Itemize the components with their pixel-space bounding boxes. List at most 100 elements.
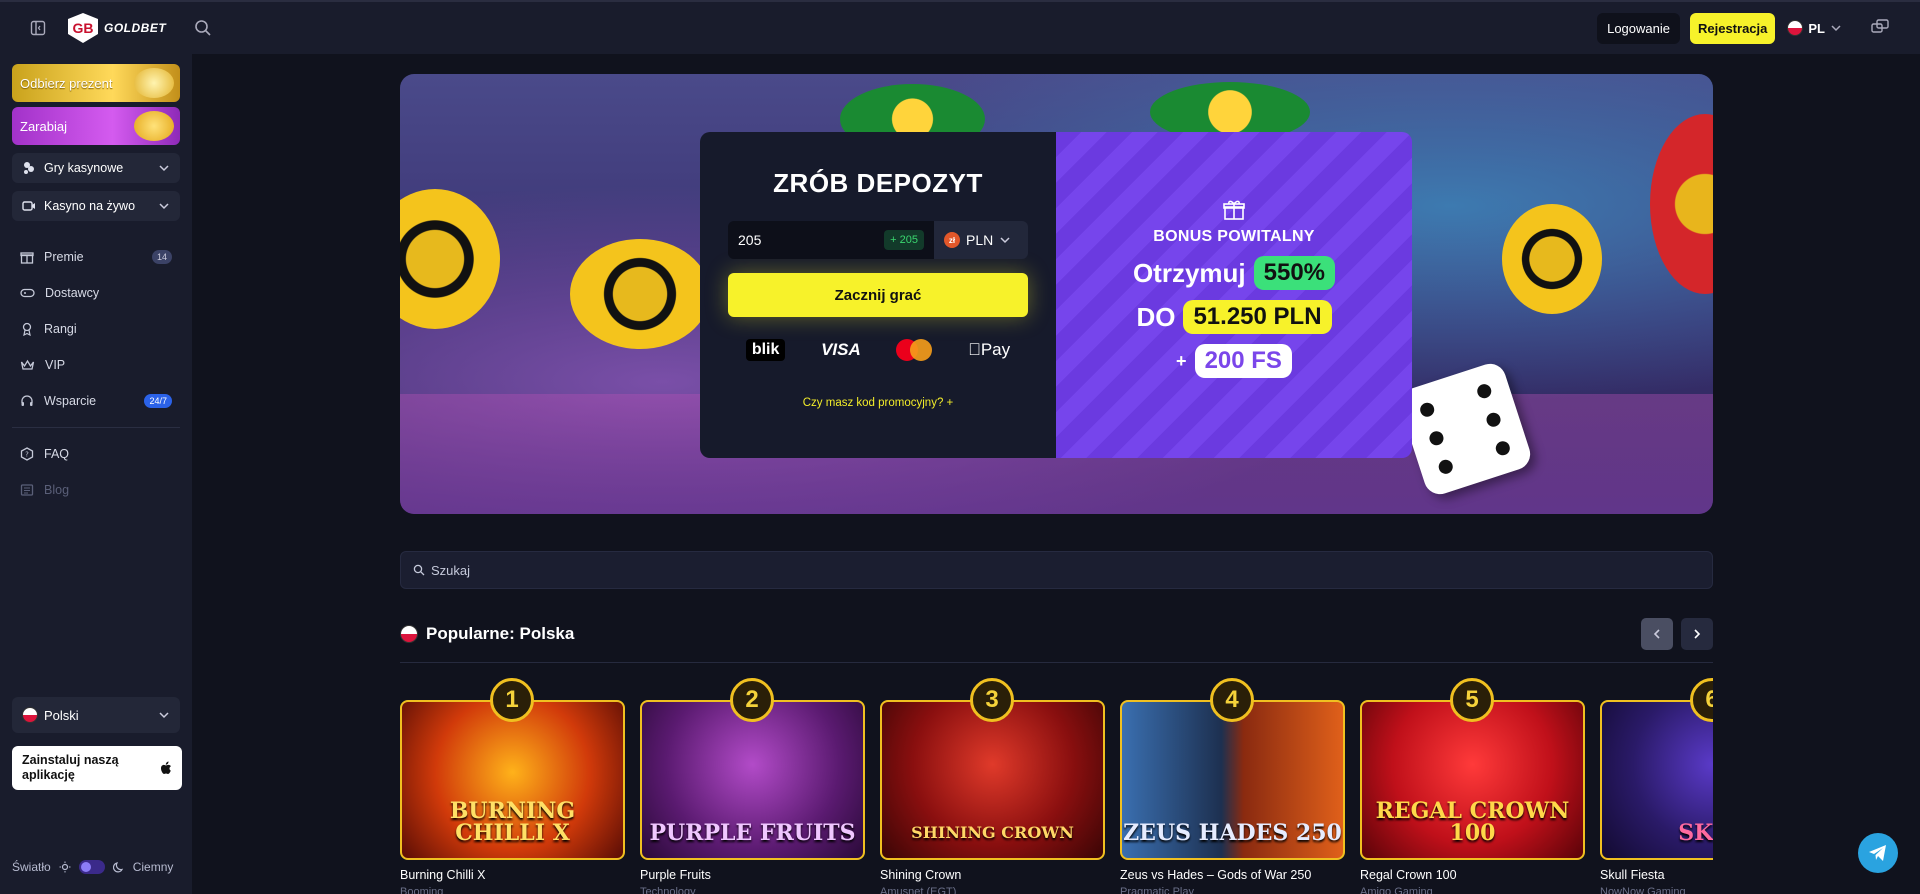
theme-light-label: Światło — [12, 860, 51, 874]
game-thumbnail-title: REGAL CROWN 100 — [1375, 798, 1570, 846]
visa-logo: VISA — [821, 340, 861, 359]
divider — [12, 427, 180, 428]
language-dropdown[interactable]: Polski — [12, 697, 180, 733]
theme-switch-row: Światło Ciemny — [12, 860, 182, 874]
sidebar-item-premie[interactable]: Premie 14 — [12, 239, 180, 275]
promo-earn-label: Zarabiaj — [20, 118, 67, 134]
sidebar-item-label: Premie — [44, 250, 84, 264]
coin-icon — [134, 111, 174, 141]
sidebar-item-dostawcy[interactable]: Dostawcy — [12, 275, 180, 311]
game-thumbnail-title: SHINING CROWN — [911, 823, 1074, 842]
chip-decoration — [570, 239, 710, 349]
chip-decoration — [400, 189, 500, 329]
sidebar-item-faq[interactable]: ? FAQ — [12, 436, 180, 472]
game-thumbnail[interactable]: SHINING CROWN — [880, 700, 1105, 860]
carousel-next-button[interactable] — [1681, 618, 1713, 650]
game-provider: Pragmatic Play — [1120, 886, 1194, 894]
sun-icon — [59, 861, 71, 873]
divider — [400, 662, 1713, 663]
game-name: Shining Crown — [880, 868, 962, 882]
telegram-icon — [1869, 845, 1886, 861]
game-thumbnail[interactable]: PURPLE FRUITS — [640, 700, 865, 860]
start-playing-button[interactable]: Zacznij grać — [728, 273, 1028, 317]
deposit-panel: ZRÓB DEPOZYT 205 + 205 zł PLN Zacznij gr… — [700, 132, 1056, 458]
chevron-down-icon — [1000, 237, 1010, 244]
game-thumbnail[interactable]: REGAL CROWN 100 — [1360, 700, 1585, 860]
language-code: PL — [1808, 20, 1825, 36]
promo-earn-button[interactable]: Zarabiaj — [12, 107, 180, 145]
count-badge: 14 — [151, 250, 172, 264]
chevron-down-icon — [159, 203, 169, 210]
currency-label: PLN — [966, 232, 994, 248]
deposit-amount-row: 205 + 205 zł PLN — [728, 221, 1028, 259]
sidebar-item-blog[interactable]: Blog — [12, 472, 180, 508]
svg-text:?: ? — [25, 451, 29, 459]
bonus-title: BONUS POWITALNY — [1153, 228, 1315, 245]
sidebar-item-rangi[interactable]: Rangi — [12, 311, 180, 347]
rank-badge: 3 — [970, 678, 1014, 722]
support-badge: 24/7 — [144, 394, 172, 408]
install-app-button[interactable]: Zainstaluj naszą aplikację — [12, 746, 182, 790]
game-thumbnail[interactable]: BURNING CHILLI X — [400, 700, 625, 860]
poland-flag-icon — [22, 707, 38, 723]
chat-icon[interactable] — [1870, 18, 1890, 38]
deposit-amount-input[interactable]: 205 + 205 — [728, 221, 934, 259]
popular-title: Popularne: Polska — [426, 624, 575, 643]
register-button[interactable]: Rejestracja — [1689, 12, 1776, 44]
sidebar-item-label: Dostawcy — [45, 286, 100, 300]
blog-icon — [20, 484, 34, 496]
popular-section-header: Popularne: Polska — [400, 618, 1713, 650]
gift-icon — [20, 252, 34, 264]
sidebar-item-wsparcie[interactable]: Wsparcie 24/7 — [12, 383, 180, 419]
chip-decoration — [1650, 114, 1713, 294]
top-bar: GB GOLDBET Logowanie Rejestracja PL — [0, 0, 1920, 54]
sidebar-item-vip[interactable]: VIP — [12, 347, 180, 383]
logo-text: GOLDBET — [104, 21, 167, 35]
sidebar-item-label: Blog — [44, 483, 70, 497]
bonus-line-percent: Otrzymuj 550% — [1056, 256, 1412, 290]
poland-flag-icon — [1787, 20, 1804, 36]
game-search-input[interactable]: Szukaj — [400, 551, 1713, 589]
game-thumbnail[interactable]: ZEUS HADES 250 — [1120, 700, 1345, 860]
game-name: Purple Fruits — [640, 868, 711, 882]
logo[interactable]: GB GOLDBET — [68, 13, 166, 43]
menu-live-casino[interactable]: Kasyno na żywo — [12, 191, 180, 221]
bonus-percent: 550% — [1253, 256, 1336, 290]
game-thumbnail[interactable]: SK FI — [1600, 700, 1713, 860]
chevron-down-icon — [1831, 25, 1841, 32]
zloty-coin-icon: zł — [944, 232, 960, 248]
promo-gift-button[interactable]: Odbierz prezent — [12, 64, 180, 102]
gift-icon — [1223, 200, 1245, 220]
menu-casino-games[interactable]: Gry kasynowe — [12, 153, 180, 183]
install-app-label: Zainstaluj naszą aplikację — [22, 753, 119, 782]
bonus-amount: 51.250 PLN — [1183, 300, 1332, 334]
sidebar-item-label: Rangi — [44, 322, 77, 336]
login-button[interactable]: Logowanie — [1597, 12, 1680, 44]
medal-icon — [22, 322, 32, 336]
bonus-line-freespins: +200 FS — [1056, 344, 1412, 378]
cards-icon — [24, 162, 34, 174]
game-thumbnail-title: ZEUS HADES 250 — [1123, 820, 1342, 846]
game-thumbnail-title: SK FI — [1678, 820, 1713, 846]
sidebar-item-label: VIP — [45, 358, 66, 372]
theme-toggle[interactable] — [78, 860, 105, 874]
game-provider: NowNow Gaming — [1600, 886, 1686, 894]
deposit-amount-value: 205 — [738, 232, 762, 248]
plus-icon: + — [946, 397, 954, 409]
game-thumbnail-title: PURPLE FRUITS — [649, 820, 856, 846]
poland-flag-icon — [400, 625, 418, 643]
game-thumbnail-title: BURNING CHILLI X — [449, 798, 576, 846]
menu-live-casino-label: Kasyno na żywo — [44, 199, 136, 213]
language-select[interactable]: PL — [1787, 20, 1842, 36]
search-icon[interactable] — [192, 17, 214, 39]
game-name: Zeus vs Hades – Gods of War 250 — [1120, 868, 1312, 882]
currency-select[interactable]: zł PLN — [934, 221, 1028, 259]
sidebar-toggle-icon[interactable] — [28, 18, 48, 38]
promo-code-link[interactable]: Czy masz kod promocyjny? + — [728, 397, 1028, 409]
carousel-prev-button[interactable] — [1641, 618, 1673, 650]
welcome-bonus-panel: BONUS POWITALNY Otrzymuj 550% DO 51.250 PL… — [1056, 132, 1412, 458]
rank-badge: 5 — [1450, 678, 1494, 722]
telegram-button[interactable] — [1858, 833, 1898, 873]
game-name: Burning Chilli X — [400, 868, 486, 882]
rank-badge: 4 — [1210, 678, 1254, 722]
